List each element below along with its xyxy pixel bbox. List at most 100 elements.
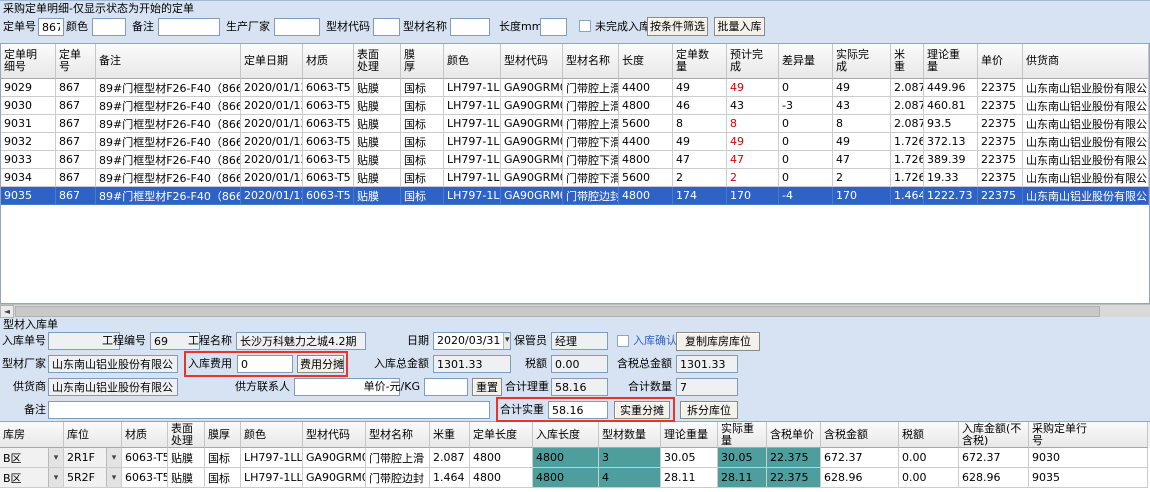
table-row[interactable]: B区▾2R1F▾6063-T5贴膜国标LH797-1LL0GA90GRM03门带…: [0, 448, 1150, 468]
column-header-surface[interactable]: 表面 处理: [168, 422, 205, 448]
column-header-detail_no[interactable]: 定单明 细号: [1, 44, 56, 79]
scroll-left-arrow-icon[interactable]: ◄: [0, 305, 14, 318]
table-row[interactable]: 903086789#门框型材F26-F40（866+867）2020/01/13…: [1, 97, 1149, 115]
column-header-meter_weight[interactable]: 米 重: [891, 44, 924, 79]
column-header-diff[interactable]: 差异量: [779, 44, 833, 79]
column-header-warehouse[interactable]: 库房: [0, 422, 64, 448]
unfinished-checkbox[interactable]: [579, 20, 591, 32]
column-header-theory_weight[interactable]: 理论重 量: [924, 44, 978, 79]
keeper-input[interactable]: [551, 332, 608, 350]
dropdown-arrow-icon[interactable]: ▾: [106, 448, 121, 467]
cell-order_qty: 2: [673, 169, 727, 187]
cell-color: LH797-1LL0: [444, 79, 501, 97]
column-header-profile_name[interactable]: 型材名称: [366, 422, 430, 448]
column-header-order_qty[interactable]: 定单数 量: [673, 44, 727, 79]
table-row[interactable]: 903486789#门框型材F26-F40（866+867）2020/01/13…: [1, 169, 1149, 187]
column-header-theory_weight[interactable]: 理论重量: [661, 422, 718, 448]
column-header-meter_weight[interactable]: 米重: [430, 422, 470, 448]
theory-total-input[interactable]: [551, 378, 608, 396]
factory-input[interactable]: [48, 355, 178, 373]
qty-total-input[interactable]: [676, 378, 738, 396]
column-header-order_no[interactable]: 定单 号: [56, 44, 96, 79]
cell-length: 4400: [619, 133, 673, 151]
dropdown-arrow-icon[interactable]: ▾: [106, 468, 121, 487]
column-header-in_length[interactable]: 入库长度: [533, 422, 599, 448]
cell-actual_weight: 30.05: [718, 448, 767, 468]
column-header-length[interactable]: 长度: [619, 44, 673, 79]
unit-price-input[interactable]: [424, 378, 468, 396]
tax-input[interactable]: [551, 355, 608, 373]
filter-order-no-input[interactable]: [38, 18, 64, 36]
column-header-material[interactable]: 材质: [303, 44, 354, 79]
reset-button[interactable]: 重置: [472, 378, 502, 396]
fee-input[interactable]: [237, 355, 293, 373]
table-header-row: 定单明 细号定单 号备注定单日期材质表面 处理膜 厚颜色型材代码型材名称长度定单…: [1, 44, 1149, 79]
project-name-input[interactable]: [236, 332, 366, 350]
column-header-remark[interactable]: 备注: [96, 44, 241, 79]
column-header-amount_no_tax[interactable]: 入库金额(不 含税): [959, 422, 1029, 448]
column-header-qty[interactable]: 型材数量: [599, 422, 661, 448]
table-row[interactable]: 902986789#门框型材F26-F40（866+867）2020/01/13…: [1, 79, 1149, 97]
filter-profile-code-input[interactable]: [373, 18, 400, 36]
table-row[interactable]: B区▾5R2F▾6063-T5贴膜国标LH797-1LL0GA90GRM05门带…: [0, 468, 1150, 488]
column-header-price_with_tax[interactable]: 含税单价: [767, 422, 821, 448]
inbound-confirm-checkbox[interactable]: [617, 335, 629, 347]
copy-location-button[interactable]: 复制库房库位: [676, 332, 760, 351]
scroll-thumb[interactable]: [15, 306, 1100, 317]
cell-order_no: 867: [56, 97, 96, 115]
column-header-actual_weight[interactable]: 实际重量: [718, 422, 767, 448]
cell-actual: 49: [833, 79, 891, 97]
actual-total-input[interactable]: [548, 401, 608, 419]
table-row[interactable]: 903186789#门框型材F26-F40（866+867）2020/01/13…: [1, 115, 1149, 133]
column-header-actual[interactable]: 实际完 成: [833, 44, 891, 79]
column-header-order_line_no[interactable]: 采购定单行 号: [1029, 422, 1148, 448]
tax-label: 税额: [523, 355, 547, 373]
column-header-surface[interactable]: 表面 处理: [354, 44, 401, 79]
cell-film: 国标: [401, 79, 444, 97]
table-row[interactable]: 903586789#门框型材F26-F40（866+867）2020/01/13…: [1, 187, 1149, 205]
column-header-material[interactable]: 材质: [122, 422, 168, 448]
table-row[interactable]: 903386789#门框型材F26-F40（866+867）2020/01/13…: [1, 151, 1149, 169]
column-header-film[interactable]: 膜厚: [205, 422, 241, 448]
column-header-profile_name[interactable]: 型材名称: [563, 44, 619, 79]
column-header-unit_price[interactable]: 单价: [978, 44, 1023, 79]
h-scrollbar[interactable]: ◄: [0, 304, 1150, 317]
column-header-expected[interactable]: 预计完 成: [727, 44, 779, 79]
keeper-label: 保管员: [503, 332, 547, 350]
total-with-tax-input[interactable]: [676, 355, 738, 373]
dropdown-arrow-icon[interactable]: ▾: [48, 448, 63, 467]
table-header-row: 库房库位材质表面 处理膜厚颜色型材代码型材名称米重定单长度入库长度型材数量理论重…: [0, 422, 1150, 448]
supplier-input[interactable]: [48, 378, 178, 396]
split-location-button[interactable]: 拆分库位: [680, 401, 738, 419]
column-header-color[interactable]: 颜色: [241, 422, 303, 448]
column-header-color[interactable]: 颜色: [444, 44, 501, 79]
column-header-order_date[interactable]: 定单日期: [241, 44, 303, 79]
filter-manufacturer-input[interactable]: [274, 18, 320, 36]
column-header-order_length[interactable]: 定单长度: [470, 422, 533, 448]
column-header-profile_code[interactable]: 型材代码: [501, 44, 563, 79]
dropdown-arrow-icon[interactable]: ▾: [48, 468, 63, 487]
column-header-amount_with_tax[interactable]: 含税金额: [821, 422, 899, 448]
combo-value: 5R2F: [64, 471, 106, 484]
filter-profile-name-input[interactable]: [450, 18, 490, 36]
date-input[interactable]: 2020/03/31 ▾: [433, 332, 511, 350]
column-header-supplier[interactable]: 供货商: [1023, 44, 1149, 79]
filter-profile-code-label: 型材代码: [326, 18, 372, 36]
column-header-profile_code[interactable]: 型材代码: [303, 422, 366, 448]
column-header-slot[interactable]: 库位: [64, 422, 122, 448]
actual-share-button[interactable]: 实重分摊: [614, 401, 670, 419]
batch-inbound-button[interactable]: 批量入库: [714, 17, 765, 36]
table-row[interactable]: 903286789#门框型材F26-F40（866+867）2020/01/13…: [1, 133, 1149, 151]
column-header-film[interactable]: 膜 厚: [401, 44, 444, 79]
cell-material: 6063-T5: [303, 115, 354, 133]
note-input[interactable]: [48, 401, 490, 419]
total-amount-input[interactable]: [433, 355, 511, 373]
filter-color-input[interactable]: [92, 18, 126, 36]
filter-by-condition-button[interactable]: 按条件筛选: [647, 17, 708, 36]
cell-detail_no: 9033: [1, 151, 56, 169]
filter-remark-input[interactable]: [158, 18, 220, 36]
cell-material: 6063-T5: [303, 79, 354, 97]
filter-length-input[interactable]: [540, 18, 567, 36]
fee-share-button[interactable]: 费用分摊: [297, 355, 344, 373]
column-header-tax[interactable]: 税额: [899, 422, 959, 448]
